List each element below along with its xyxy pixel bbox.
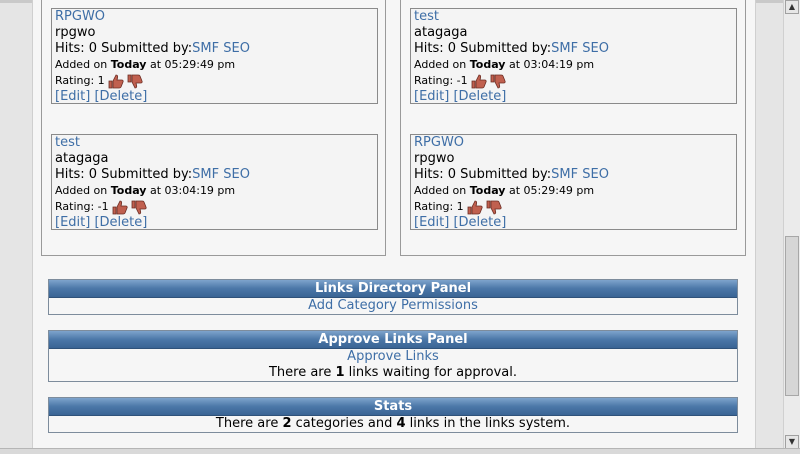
stats-text-2: categories and (291, 416, 397, 431)
delete-link[interactable]: [Delete] (453, 215, 506, 230)
thumbs-up-icon[interactable] (107, 74, 124, 89)
approval-status-text: There are 1 links waiting for approval. (49, 365, 737, 381)
edit-link[interactable]: [Edit] (414, 215, 449, 230)
thumbs-up-icon[interactable] (470, 74, 487, 89)
thumbs-down-icon[interactable] (130, 200, 147, 215)
added-day: Today (110, 184, 147, 197)
link-card: RPGWO rpgwo Hits: 0 Submitted by:SMF SEO… (51, 8, 378, 104)
link-card: test atagaga Hits: 0 Submitted by:SMF SE… (51, 134, 378, 230)
approval-count: 1 (335, 365, 345, 380)
hits-label: Hits: 0 Submitted by: (55, 167, 193, 182)
edit-link[interactable]: [Edit] (414, 89, 449, 104)
added-day: Today (110, 58, 147, 71)
added-time: at 03:04:19 pm (146, 184, 236, 197)
vertical-scrollbar[interactable]: ▲ ▼ (783, 0, 800, 449)
link-card: RPGWO rpgwo Hits: 0 Submitted by:SMF SEO… (410, 134, 737, 230)
added-time: at 05:29:49 pm (505, 184, 595, 197)
hits-label: Hits: 0 Submitted by: (414, 41, 552, 56)
added-prefix: Added on (414, 58, 470, 71)
link-description: atagaga (55, 151, 109, 166)
stats-panel: Stats There are 2 categories and 4 links… (48, 397, 738, 433)
link-description: rpgwo (414, 151, 455, 166)
hits-label: Hits: 0 Submitted by: (414, 167, 552, 182)
submitter-link[interactable]: SMF SEO (551, 41, 609, 56)
submitter-link[interactable]: SMF SEO (192, 167, 250, 182)
rating-label: Rating: 1 (55, 74, 105, 87)
rating-row: Rating: -1 (55, 199, 374, 215)
thumbs-down-icon[interactable] (126, 74, 143, 89)
submitter-link[interactable]: SMF SEO (551, 167, 609, 182)
scrollbar-thumb[interactable] (785, 236, 799, 396)
rating-label: Rating: -1 (414, 74, 468, 87)
rating-row: Rating: -1 (414, 73, 733, 89)
approval-text-after: links waiting for approval. (344, 365, 518, 380)
rating-row: Rating: 1 (55, 73, 374, 89)
hits-label: Hits: 0 Submitted by: (55, 41, 193, 56)
links-count: 4 (396, 416, 406, 431)
thumbs-up-icon[interactable] (111, 200, 128, 215)
categories-count: 2 (282, 416, 292, 431)
approve-links-link[interactable]: Approve Links (347, 349, 439, 364)
delete-link[interactable]: [Delete] (94, 89, 147, 104)
stats-text-1: There are (215, 416, 283, 431)
added-time: at 03:04:19 pm (505, 58, 595, 71)
rating-label: Rating: 1 (414, 200, 464, 213)
thumbs-down-icon[interactable] (489, 74, 506, 89)
scroll-down-icon[interactable]: ▼ (785, 435, 799, 449)
submitter-link[interactable]: SMF SEO (192, 41, 250, 56)
horizontal-scrollbar[interactable] (0, 448, 800, 454)
added-day: Today (469, 184, 506, 197)
links-column-left: RPGWO rpgwo Hits: 0 Submitted by:SMF SEO… (41, 0, 386, 256)
approval-text-before: There are (268, 365, 336, 380)
added-prefix: Added on (55, 58, 111, 71)
added-time: at 05:29:49 pm (146, 58, 236, 71)
link-title[interactable]: test (55, 135, 80, 150)
rating-row: Rating: 1 (414, 199, 733, 215)
stats-text: There are 2 categories and 4 links in th… (49, 416, 737, 432)
link-description: rpgwo (55, 25, 96, 40)
link-title[interactable]: RPGWO (414, 135, 464, 150)
link-card: test atagaga Hits: 0 Submitted by:SMF SE… (410, 8, 737, 104)
add-category-permissions-link[interactable]: Add Category Permissions (308, 298, 478, 313)
scroll-up-icon[interactable]: ▲ (785, 0, 799, 14)
edit-link[interactable]: [Edit] (55, 215, 90, 230)
rating-label: Rating: -1 (55, 200, 109, 213)
panel-title: Stats (49, 398, 737, 416)
panel-title: Approve Links Panel (49, 331, 737, 349)
thumbs-down-icon[interactable] (485, 200, 502, 215)
approve-links-panel: Approve Links Panel Approve Links There … (48, 330, 738, 382)
added-prefix: Added on (55, 184, 111, 197)
added-day: Today (469, 58, 506, 71)
links-column-right: test atagaga Hits: 0 Submitted by:SMF SE… (400, 0, 746, 256)
link-description: atagaga (414, 25, 468, 40)
stats-text-3: links in the links system. (405, 416, 571, 431)
panel-title: Links Directory Panel (49, 280, 737, 298)
links-directory-panel: Links Directory Panel Add Category Permi… (48, 279, 738, 315)
edit-link[interactable]: [Edit] (55, 89, 90, 104)
delete-link[interactable]: [Delete] (94, 215, 147, 230)
delete-link[interactable]: [Delete] (453, 89, 506, 104)
thumbs-up-icon[interactable] (466, 200, 483, 215)
added-prefix: Added on (414, 184, 470, 197)
page-content: RPGWO rpgwo Hits: 0 Submitted by:SMF SEO… (32, 0, 756, 449)
link-title[interactable]: test (414, 9, 439, 24)
link-title[interactable]: RPGWO (55, 9, 105, 24)
